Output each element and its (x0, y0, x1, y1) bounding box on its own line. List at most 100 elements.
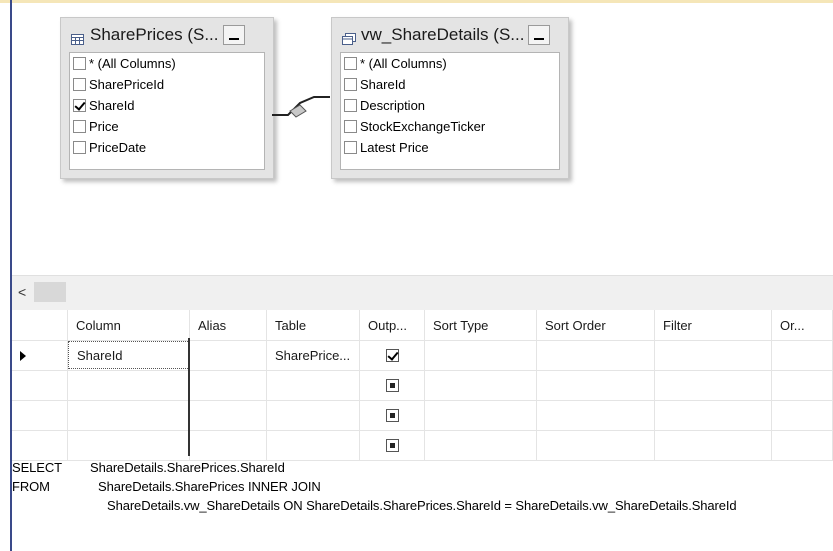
cell-output[interactable] (360, 401, 425, 430)
minimize-button[interactable] (222, 25, 245, 45)
grid-row[interactable]: ShareId SharePrice... (12, 341, 833, 371)
sql-join-text: ShareDetails.vw_ShareDetails ON ShareDet… (107, 498, 737, 513)
header-alias[interactable]: Alias (190, 310, 267, 340)
column-checkbox[interactable] (344, 78, 357, 91)
column-item[interactable]: * (All Columns) (70, 53, 264, 74)
column-label: Latest Price (360, 140, 429, 155)
current-row-arrow-icon (20, 350, 26, 361)
grid-row[interactable] (12, 401, 833, 431)
table-box-vw-sharedetails[interactable]: vw_ShareDetails (S... * (All Columns) Sh… (331, 17, 569, 179)
cell-table[interactable]: SharePrice... (267, 341, 360, 370)
header-sort-order[interactable]: Sort Order (537, 310, 655, 340)
column-item[interactable]: Latest Price (341, 137, 559, 158)
criteria-grid: Column Alias Table Outp... Sort Type Sor… (12, 310, 833, 461)
cell-sort-order[interactable] (537, 401, 655, 430)
column-item[interactable]: Price (70, 116, 264, 137)
table-title-bar[interactable]: SharePrices (S... (61, 18, 273, 52)
header-table[interactable]: Table (267, 310, 360, 340)
sql-select-text: ShareDetails.SharePrices.ShareId (90, 460, 285, 475)
column-item[interactable]: * (All Columns) (341, 53, 559, 74)
table-title-bar[interactable]: vw_ShareDetails (S... (332, 18, 568, 52)
cell-output[interactable] (360, 371, 425, 400)
cell-filter[interactable] (655, 371, 772, 400)
column-item[interactable]: PriceDate (70, 137, 264, 158)
minimize-icon (534, 38, 545, 40)
cell-sort-order[interactable] (537, 371, 655, 400)
table-box-shareprices[interactable]: SharePrices (S... * (All Columns) ShareP… (60, 17, 274, 179)
cell-filter[interactable] (655, 341, 772, 370)
output-checkbox[interactable] (385, 379, 399, 392)
header-filter[interactable]: Filter (655, 310, 772, 340)
column-item[interactable]: ShareId (341, 74, 559, 95)
cell-or[interactable] (772, 401, 833, 430)
cell-alias[interactable] (190, 341, 267, 370)
cell-or[interactable] (772, 371, 833, 400)
column-checkbox[interactable] (73, 99, 86, 112)
row-selector[interactable] (12, 371, 68, 400)
sql-select-line: SELECT (12, 460, 62, 475)
column-item[interactable]: Description (341, 95, 559, 116)
column-checkbox[interactable] (73, 141, 86, 154)
sql-select-keyword: SELECT (12, 460, 62, 475)
column-checkbox[interactable] (73, 57, 86, 70)
cell-filter[interactable] (655, 401, 772, 430)
horizontal-scrollbar[interactable]: < (12, 275, 833, 311)
output-checkbox[interactable] (385, 439, 399, 452)
table-icon (71, 30, 84, 45)
column-checkbox[interactable] (344, 141, 357, 154)
column-item[interactable]: StockExchangeTicker (341, 116, 559, 137)
column-checkbox[interactable] (73, 120, 86, 133)
column-label: * (All Columns) (360, 56, 447, 71)
grid-row[interactable] (12, 371, 833, 401)
column-checkbox[interactable] (344, 120, 357, 133)
column-list: * (All Columns) SharePriceId ShareId Pri… (69, 52, 265, 170)
cell-column[interactable]: ShareId (68, 341, 190, 369)
table-title: SharePrices (S... (90, 25, 219, 44)
cell-column[interactable] (68, 371, 190, 400)
cell-sort-order[interactable] (537, 341, 655, 370)
cell-table[interactable] (267, 371, 360, 400)
join-connector[interactable] (270, 87, 332, 121)
column-label: SharePriceId (89, 77, 165, 92)
sql-pane[interactable]: SELECT ShareDetails.SharePrices.ShareId … (12, 456, 833, 551)
row-selector[interactable] (12, 401, 68, 430)
sql-from-text: ShareDetails.SharePrices INNER JOIN (98, 479, 321, 494)
diagram-pane[interactable]: SharePrices (S... * (All Columns) ShareP… (12, 3, 833, 275)
column-label: PriceDate (89, 140, 147, 155)
column-label: ShareId (360, 77, 406, 92)
column-checkbox[interactable] (73, 78, 86, 91)
column-checkbox[interactable] (344, 99, 357, 112)
scroll-thumb[interactable] (34, 282, 66, 302)
header-column[interactable]: Column (68, 310, 190, 340)
column-resize-line[interactable] (188, 338, 190, 456)
minimize-button[interactable] (528, 25, 551, 45)
join-diamond-icon (289, 104, 307, 118)
header-or[interactable]: Or... (772, 310, 833, 340)
column-list: * (All Columns) ShareId Description Stoc… (340, 52, 560, 170)
column-label: ShareId (89, 98, 135, 113)
row-selector[interactable] (12, 341, 68, 370)
column-item[interactable]: ShareId (70, 95, 264, 116)
output-checkbox[interactable] (385, 409, 399, 422)
header-sort-type[interactable]: Sort Type (425, 310, 537, 340)
cell-alias[interactable] (190, 371, 267, 400)
cell-sort-type[interactable] (425, 401, 537, 430)
column-label: StockExchangeTicker (360, 119, 486, 134)
column-checkbox[interactable] (344, 57, 357, 70)
header-output[interactable]: Outp... (360, 310, 425, 340)
cell-output[interactable] (360, 341, 425, 370)
minimize-icon (228, 38, 239, 40)
grid-header-row: Column Alias Table Outp... Sort Type Sor… (12, 310, 833, 341)
cell-table[interactable] (267, 401, 360, 430)
column-label: Price (89, 119, 119, 134)
output-checkbox[interactable] (385, 349, 399, 362)
row-selector-header (12, 310, 68, 340)
cell-or[interactable] (772, 341, 833, 370)
scroll-left-icon[interactable]: < (18, 284, 26, 300)
cell-alias[interactable] (190, 401, 267, 430)
column-item[interactable]: SharePriceId (70, 74, 264, 95)
cell-sort-type[interactable] (425, 341, 537, 370)
cell-sort-type[interactable] (425, 371, 537, 400)
column-label: * (All Columns) (89, 56, 176, 71)
cell-column[interactable] (68, 401, 190, 430)
